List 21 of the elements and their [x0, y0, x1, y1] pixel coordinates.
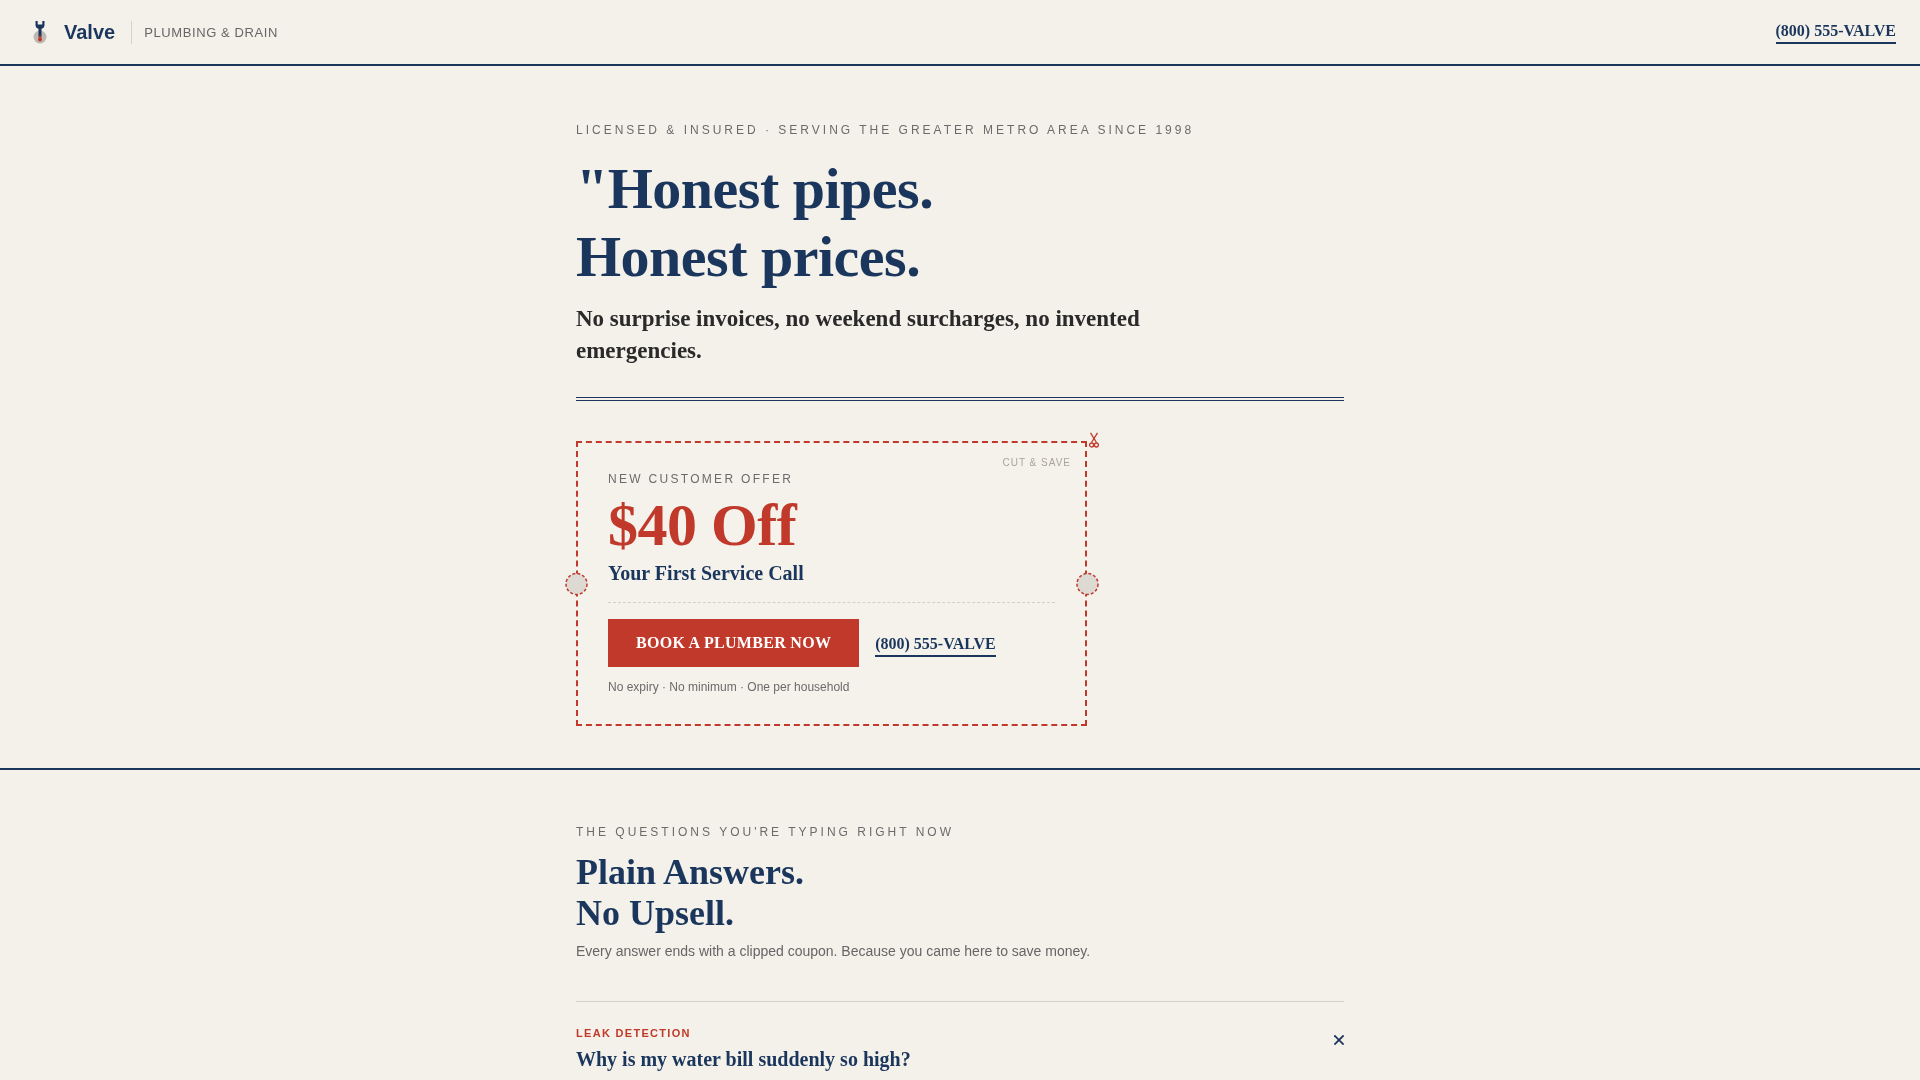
brand-name: Valve [64, 20, 116, 44]
scissors-icon [1089, 432, 1099, 448]
coupon-eyebrow: NEW CUSTOMER OFFER [608, 471, 795, 487]
faq-question: Why is my water bill suddenly so high? [576, 1046, 912, 1072]
coupon-fine-print: No expiry · No minimum · One per household [608, 679, 851, 695]
coupon-amount: $40 Off [608, 495, 799, 555]
coupon-title: Your First Service Call [608, 561, 805, 586]
close-icon[interactable] [1334, 1034, 1344, 1045]
faq-heading: Plain Answers. No Upsell. [576, 851, 806, 934]
wrench-logo-icon [32, 20, 48, 44]
hero-headline: "Honest pipes. Honest prices. [576, 155, 935, 291]
book-plumber-button[interactable]: BOOK A PLUMBER NOW [608, 619, 860, 667]
faq-category: LEAK DETECTION [576, 1025, 692, 1040]
hero-eyebrow: LICENSED & INSURED · SERVING THE GREATER METRO AREA SINCE 1998 [576, 122, 1196, 138]
faq-eyebrow: THE QUESTIONS YOU'RE TYPING RIGHT NOW [576, 823, 955, 840]
faq-intro: Every answer ends with a clipped coupon. Because you came here to save money. [576, 941, 1092, 961]
hero-subheadline: No surprise invoices, no weekend surcharges, no invented emergencies. [576, 305, 1141, 365]
phone-link[interactable]: (800) 555-VALVE [1775, 22, 1896, 44]
brand-tagline: PLUMBING & DRAIN [144, 24, 278, 40]
phone-link[interactable]: (800) 555-VALVE [875, 634, 996, 657]
coupon-corner-label: CUT & SAVE [1002, 457, 1071, 468]
